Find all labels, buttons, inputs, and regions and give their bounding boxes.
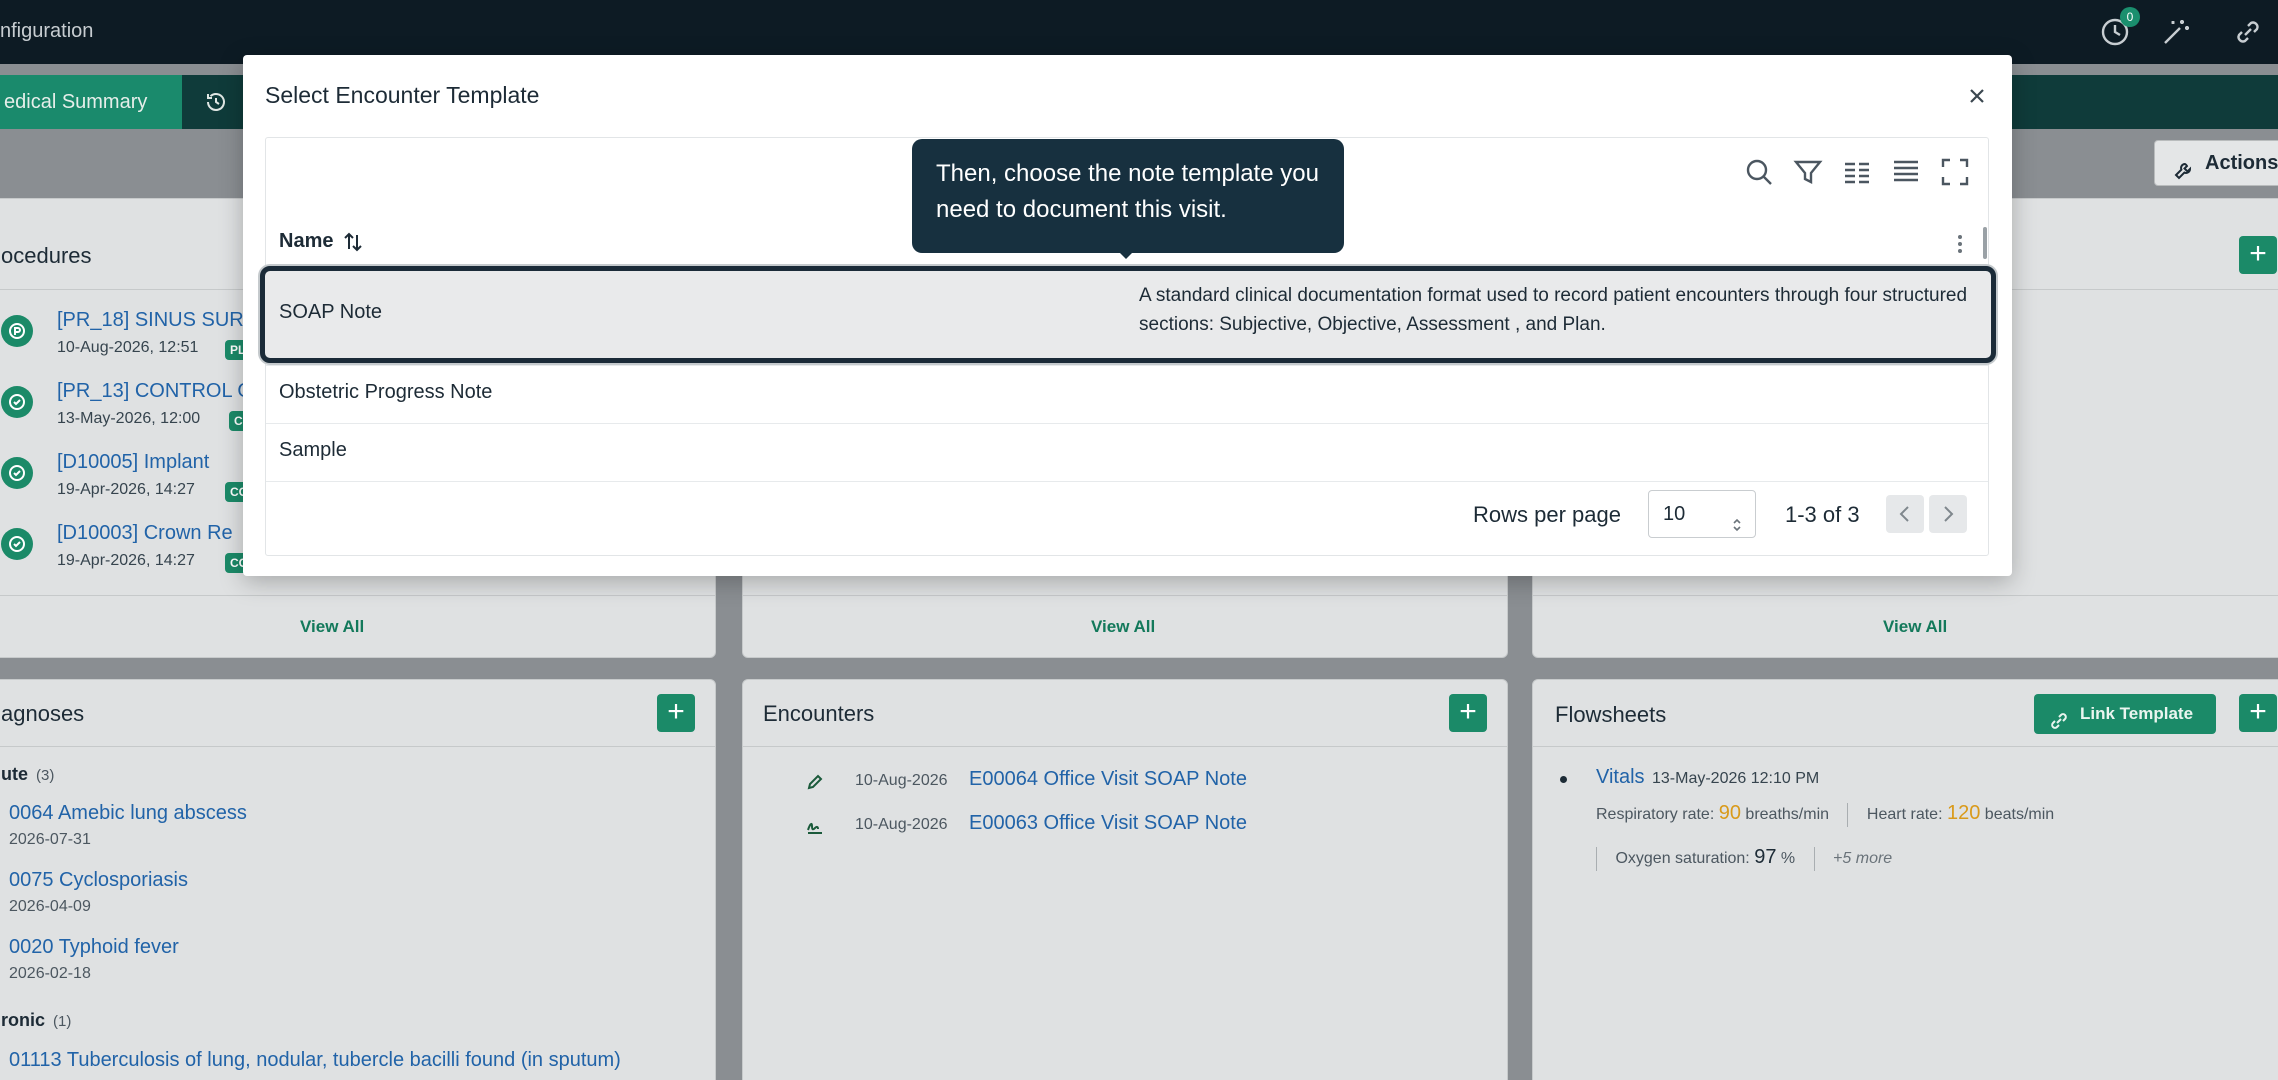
procedure-date: 19-Apr-2026, 14:27 [57, 481, 195, 498]
chronic-group-label: ronic (1) [1, 1010, 72, 1030]
signature-icon [805, 816, 825, 836]
procedure-title[interactable]: [D10005] Implant [57, 451, 209, 474]
diagnosis-title[interactable]: 0064 Amebic lung abscess [9, 802, 247, 825]
template-name: Sample [279, 439, 347, 461]
vitals-row-1: Respiratory rate: 90 breaths/min Heart r… [1596, 802, 2054, 827]
actions-label: Actions [2205, 152, 2278, 174]
diagnosis-title[interactable]: 0075 Cyclosporiasis [9, 869, 188, 892]
table-row[interactable]: Sample [266, 423, 1988, 481]
encounter-title[interactable]: E00064 Office Visit SOAP Note [969, 768, 1247, 791]
procedure-date: 19-Apr-2026, 14:27 [57, 552, 195, 569]
link-template-button[interactable]: Link Template [2034, 694, 2216, 734]
wrench-icon [2173, 153, 2193, 180]
encounters-card: Encounters + 10-Aug-2026 E00064 Office V… [742, 679, 1508, 1080]
diagnoses-title: agnoses [1, 701, 85, 726]
link-template-label: Link Template [2080, 704, 2194, 723]
view-all-link[interactable]: View All [1091, 617, 1155, 637]
encounter-title[interactable]: E00063 Office Visit SOAP Note [969, 812, 1247, 835]
list-item[interactable]: 0075 Cyclosporiasis 2026-04-09 [9, 869, 188, 916]
close-icon[interactable] [1965, 84, 1989, 108]
encounter-date: 10-Aug-2026 [855, 772, 948, 789]
prev-page-button[interactable] [1886, 495, 1924, 533]
columns-icon[interactable] [1841, 156, 1873, 188]
view-all-link[interactable]: View All [1883, 617, 1947, 637]
procedure-title[interactable]: [PR_13] CONTROL O [57, 380, 253, 403]
density-icon[interactable] [1890, 156, 1922, 188]
column-menu-icon[interactable] [1956, 233, 1964, 255]
pagination-info: 1-3 of 3 [1785, 502, 1860, 527]
vitals-time: 13-May-2026 12:10 PM [1652, 770, 1820, 787]
procedure-completed-icon [1, 457, 33, 489]
flowsheets-title: Flowsheets [1555, 702, 1667, 727]
rows-per-page-label: Rows per page [1473, 502, 1621, 527]
add-diagnosis-button[interactable]: + [657, 694, 695, 732]
guide-tooltip: Then, choose the note template you need … [912, 139, 1344, 259]
diagnoses-card: agnoses + ute (3) 0064 Amebic lung absces… [0, 679, 716, 1080]
app-title: nfiguration [0, 20, 94, 42]
encounter-date: 10-Aug-2026 [855, 816, 948, 833]
view-all-link[interactable]: View All [300, 617, 364, 637]
list-item[interactable]: 10-Aug-2026 E00064 Office Visit SOAP Not… [743, 768, 1503, 796]
procedure-completed-icon [1, 386, 33, 418]
procedure-title[interactable]: [PR_18] SINUS SUR [57, 309, 244, 332]
list-item[interactable]: 0064 Amebic lung abscess 2026-07-31 [9, 802, 247, 849]
procedure-planned-icon [1, 315, 33, 347]
link-icon[interactable] [2232, 16, 2264, 48]
diagnosis-date: 2026-07-31 [9, 831, 91, 848]
table-row-selected[interactable]: SOAP Note A standard clinical documentat… [260, 266, 1996, 363]
add-button[interactable]: + [2239, 236, 2277, 274]
actions-button[interactable]: Actions [2154, 140, 2278, 186]
magic-wand-icon[interactable] [2160, 16, 2192, 48]
link-icon [2050, 705, 2068, 729]
table-row[interactable]: Obstetric Progress Note [266, 365, 1988, 423]
diagnosis-title[interactable]: 0020 Typhoid fever [9, 936, 179, 959]
procedures-title: ocedures [1, 243, 92, 268]
list-item[interactable]: 01113 Tuberculosis of lung, nodular, tub… [9, 1049, 621, 1072]
procedure-title[interactable]: [D10003] Crown Re [57, 522, 233, 545]
vitals-link[interactable]: Vitals [1596, 766, 1645, 789]
procedure-completed-icon [1, 528, 33, 560]
tab-medical-summary[interactable]: edical Summary [0, 75, 182, 129]
next-page-button[interactable] [1929, 495, 1967, 533]
procedure-date: 10-Aug-2026, 12:51 [57, 339, 199, 356]
list-item[interactable]: 10-Aug-2026 E00063 Office Visit SOAP Not… [743, 812, 1503, 840]
add-flowsheet-button[interactable]: + [2239, 694, 2277, 732]
list-item[interactable]: 0020 Typhoid fever 2026-02-18 [9, 936, 179, 983]
diagnosis-date: 2026-04-09 [9, 898, 91, 915]
diagnosis-title[interactable]: 01113 Tuberculosis of lung, nodular, tub… [9, 1049, 621, 1072]
vitals-row-2: Oxygen saturation: 97 % +5 more [1596, 846, 1892, 871]
search-icon[interactable] [1743, 156, 1775, 188]
more-vitals-link[interactable]: +5 more [1833, 850, 1892, 867]
modal-title: Select Encounter Template [265, 82, 540, 108]
template-name: Obstetric Progress Note [279, 381, 493, 403]
encounters-title: Encounters [763, 701, 875, 726]
tooltip-text: Then, choose the note template you need … [936, 160, 1319, 223]
table-divider [266, 481, 1988, 482]
sort-icon[interactable] [342, 231, 364, 253]
select-template-modal: Select Encounter Template Name SOAP Note [243, 55, 2012, 576]
pencil-icon [805, 772, 825, 792]
rows-per-page-select[interactable]: 10 [1648, 490, 1756, 538]
fullscreen-icon[interactable] [1939, 156, 1971, 188]
filter-icon[interactable] [1792, 156, 1824, 188]
diagnosis-date: 2026-02-18 [9, 965, 91, 982]
tooltip-arrow [1118, 251, 1134, 259]
flowsheets-card: Flowsheets + [1532, 679, 2278, 1080]
column-header-name[interactable]: Name [279, 230, 333, 253]
history-badge: 0 [2120, 7, 2140, 27]
tab-history-icon[interactable] [204, 90, 228, 114]
scrollbar[interactable] [1983, 227, 1987, 259]
template-name: SOAP Note [279, 301, 383, 323]
updown-icon [1731, 505, 1743, 532]
add-encounter-button[interactable]: + [1449, 694, 1487, 732]
template-description: A standard clinical documentation format… [1139, 285, 1968, 335]
procedure-date: 13-May-2026, 12:00 [57, 410, 201, 427]
acute-group-label: ute (3) [1, 764, 55, 784]
